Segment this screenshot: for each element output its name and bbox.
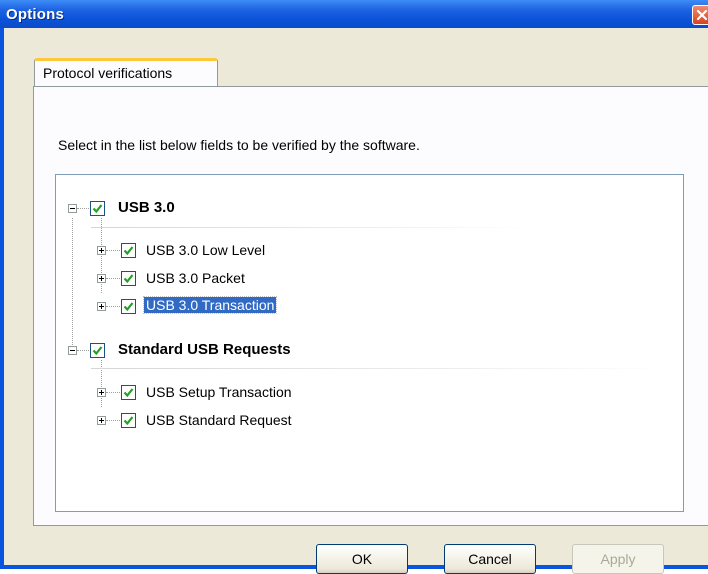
instruction-text: Select in the list below fields to be ve… — [58, 137, 420, 153]
expand-plus-icon[interactable] — [97, 416, 106, 425]
checkmark-icon — [123, 246, 134, 256]
checkbox-usb-3-0-low-level[interactable] — [121, 243, 136, 258]
checkbox-usb-3-0-transaction[interactable] — [121, 299, 136, 314]
window-title: Options — [6, 6, 65, 23]
tab-label: Protocol verifications — [43, 65, 173, 81]
tree-node-label[interactable]: USB 3.0 Packet — [146, 270, 245, 286]
ok-button[interactable]: OK — [316, 544, 408, 574]
tree-connector — [106, 420, 120, 421]
expand-plus-icon[interactable] — [97, 274, 106, 283]
tree-node-label-selected[interactable]: USB 3.0 Transaction — [142, 296, 278, 314]
title-bar[interactable]: Options — [0, 0, 708, 28]
group-separator — [91, 368, 671, 369]
checkmark-icon — [92, 204, 103, 214]
tab-protocol-verifications[interactable]: Protocol verifications — [34, 58, 218, 87]
checkbox-usb-standard-request[interactable] — [121, 413, 136, 428]
close-icon — [696, 9, 708, 21]
expand-plus-icon[interactable] — [97, 388, 106, 397]
tree-connector — [106, 250, 120, 251]
collapse-minus-icon[interactable] — [68, 346, 77, 355]
apply-button[interactable]: Apply — [572, 544, 664, 574]
options-dialog: Options Protocol verifications Select in… — [0, 0, 708, 574]
checkbox-standard-usb-requests[interactable] — [90, 343, 105, 358]
checkmark-icon — [123, 388, 134, 398]
tree-connector — [106, 306, 120, 307]
tree-connector — [106, 278, 120, 279]
checkmark-icon — [123, 274, 134, 284]
tree-node-label[interactable]: Standard USB Requests — [118, 341, 291, 358]
verification-tree[interactable]: USB 3.0 USB 3.0 Low Level USB 3.0 Packet… — [55, 174, 684, 512]
expand-plus-icon[interactable] — [97, 302, 106, 311]
checkmark-icon — [123, 416, 134, 426]
tree-node-label[interactable]: USB 3.0 — [118, 199, 175, 216]
tree-connector — [72, 218, 73, 355]
tree-node-label[interactable]: USB Setup Transaction — [146, 384, 292, 400]
group-separator — [91, 227, 531, 228]
checkbox-usb-3-0-packet[interactable] — [121, 271, 136, 286]
checkmark-icon — [92, 346, 103, 356]
collapse-minus-icon[interactable] — [68, 204, 77, 213]
checkbox-usb-setup-transaction[interactable] — [121, 385, 136, 400]
tree-connector — [77, 208, 91, 209]
cancel-button[interactable]: Cancel — [444, 544, 536, 574]
tree-node-label[interactable]: USB 3.0 Low Level — [146, 242, 265, 258]
checkmark-icon — [123, 302, 134, 312]
checkbox-usb-3-0[interactable] — [90, 201, 105, 216]
tab-panel: Select in the list below fields to be ve… — [33, 86, 708, 526]
tree-node-label[interactable]: USB Standard Request — [146, 412, 292, 428]
dialog-client-area: Protocol verifications Select in the lis… — [4, 28, 708, 574]
close-button[interactable] — [692, 5, 708, 25]
tree-connector — [106, 392, 120, 393]
expand-plus-icon[interactable] — [97, 246, 106, 255]
tree-connector — [77, 350, 91, 351]
